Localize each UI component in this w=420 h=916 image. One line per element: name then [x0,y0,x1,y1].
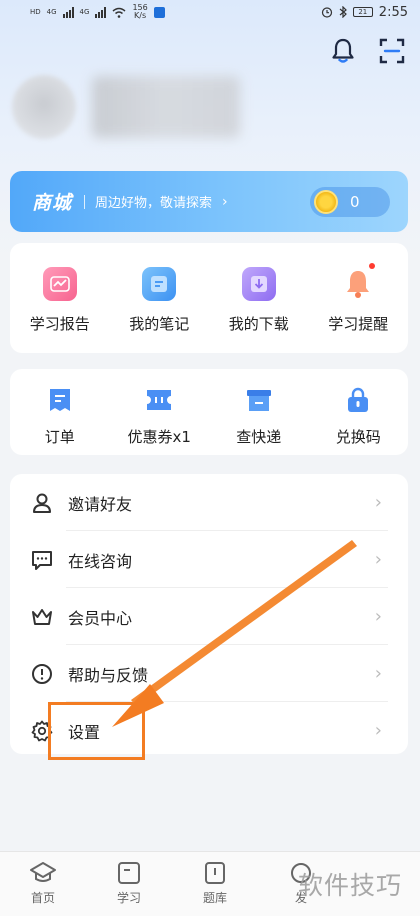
quick-label: 学习提醒 [328,315,389,333]
notification-bell-button[interactable] [326,34,360,68]
nav-label: 学习 [116,891,141,905]
chevron-right-icon: › [374,663,382,684]
chevron-right-icon: › [222,193,228,210]
coin-balance[interactable]: 0 [310,186,390,217]
service-label: 订单 [44,428,75,446]
menu-label: 邀请好友 [68,494,133,514]
alarm-icon [321,7,332,18]
status-left: HD 4G 4G 156 K/s [30,4,165,20]
study-reminder-item[interactable]: 学习提醒 [309,243,409,353]
menu-item-online-consult[interactable]: 在线咨询 › [10,531,408,588]
coin-icon [314,189,338,214]
service-label: 兑换码 [335,428,381,446]
redeem-code-item[interactable]: 兑换码 [309,369,409,455]
quick-label: 学习报告 [29,315,90,333]
quick-label: 我的下载 [228,315,289,333]
express-icon [245,386,273,414]
watermark: 软件技巧 [298,871,403,900]
unread-dot [368,263,375,269]
download-icon [241,267,276,301]
chevron-right-icon: › [374,606,382,627]
service-label: 查快递 [236,428,282,446]
coin-count: 0 [350,192,360,211]
chevron-right-icon: › [374,720,382,741]
annotation-highlight-box [48,702,145,760]
quick-label: 我的笔记 [129,315,190,333]
battery-icon: 21 [352,7,373,17]
express-item[interactable]: 查快递 [209,369,309,455]
bell-icon [341,267,375,301]
home-icon [30,862,56,882]
chat-icon [30,548,54,572]
clock: 2:55 [378,4,408,20]
my-notes-item[interactable]: 我的笔记 [110,243,210,353]
note-icon [142,267,177,301]
study-report-item[interactable]: 学习报告 [10,243,110,353]
menu-label: 在线咨询 [68,551,133,571]
mall-separator [84,194,86,209]
app-notification-icon [153,6,165,18]
mall-title: 商城 [32,192,73,214]
bluetooth-icon [339,6,347,18]
nav-home[interactable]: 首页 [0,852,86,916]
network-label-2: 4G [79,8,90,16]
services-card: 订单 优惠券x1 查快递 兑换码 [10,369,408,455]
crown-icon [30,605,54,629]
nav-question-bank[interactable]: 题库 [172,852,258,916]
help-icon [30,662,54,686]
network-label-1: 4G [46,8,57,16]
chevron-right-icon: › [374,549,382,570]
question-bank-icon [205,862,225,884]
menu-item-invite-friends[interactable]: 邀请好友 › [10,474,408,531]
avatar[interactable] [12,75,76,139]
scan-icon [379,38,405,64]
signal-icon-2 [95,6,107,18]
menu-label: 帮助与反馈 [68,665,149,685]
menu-label: 会员中心 [68,608,133,628]
mall-subtitle: 周边好物，敬请探索 [95,196,213,211]
menu-item-member-center[interactable]: 会员中心 › [10,588,408,645]
coupon-icon [145,386,173,414]
hd-label: HD [30,8,41,16]
user-icon [30,491,54,515]
order-icon [46,386,74,414]
scan-button[interactable] [375,34,409,68]
signal-icon [62,6,74,18]
study-icon [118,862,140,884]
bell-icon [332,38,354,63]
network-speed: 156 K/s [132,4,147,20]
menu-item-help-feedback[interactable]: 帮助与反馈 › [10,645,408,702]
coupon-item[interactable]: 优惠券x1 [110,369,210,455]
wifi-icon [112,7,126,18]
speed-unit: K/s [134,11,147,20]
mall-banner[interactable]: 商城 周边好物，敬请探索 › 0 [10,171,408,232]
quick-actions-card: 学习报告 我的笔记 我的下载 学习提醒 [10,243,408,353]
redeem-icon [344,386,372,414]
status-bar: HD 4G 4G 156 K/s 21 2:55 [0,0,420,24]
username-blurred[interactable] [92,76,240,138]
nav-label: 首页 [30,891,55,905]
chevron-right-icon: › [374,492,382,513]
service-label: 优惠券x1 [127,428,191,446]
chart-icon [42,267,77,301]
nav-study[interactable]: 学习 [86,852,172,916]
status-right: 21 2:55 [321,5,408,20]
my-downloads-item[interactable]: 我的下载 [209,243,309,353]
order-item[interactable]: 订单 [10,369,110,455]
nav-label: 题库 [202,891,227,905]
